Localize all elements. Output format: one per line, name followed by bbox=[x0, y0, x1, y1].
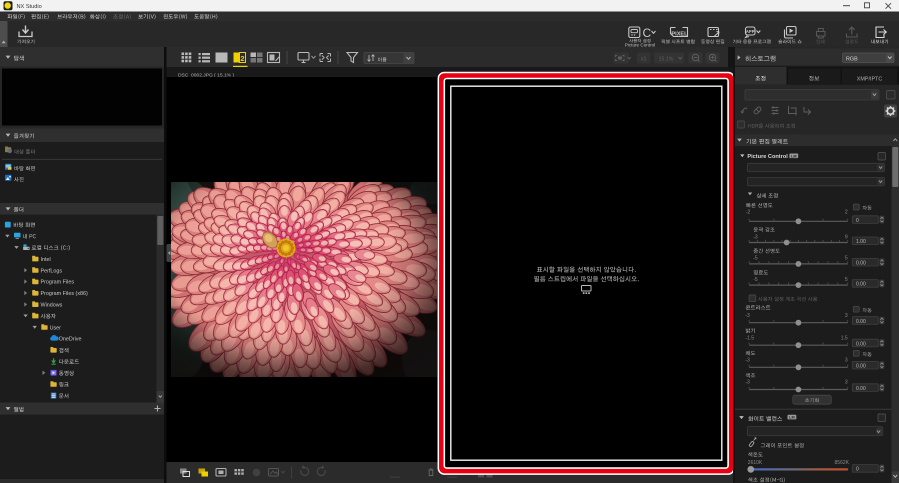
svg-text:User: User bbox=[50, 325, 62, 331]
svg-text:Program Files (x86): Program Files (x86) bbox=[41, 291, 89, 297]
svg-text:-5: -5 bbox=[753, 255, 758, 261]
svg-text:2: 2 bbox=[845, 209, 848, 215]
svg-text:-1.5: -1.5 bbox=[745, 336, 754, 342]
svg-text:1.00: 1.00 bbox=[856, 239, 866, 245]
svg-text:3: 3 bbox=[845, 380, 848, 386]
svg-text:-2: -2 bbox=[746, 209, 751, 215]
svg-text:0: 0 bbox=[856, 218, 859, 224]
svg-text:PIXEL: PIXEL bbox=[671, 31, 688, 37]
svg-text:-3: -3 bbox=[745, 313, 750, 319]
svg-text:-5: -5 bbox=[753, 277, 758, 283]
svg-text:2: 2 bbox=[240, 54, 244, 63]
svg-text:RGB: RGB bbox=[846, 56, 858, 62]
svg-text:PerfLogs: PerfLogs bbox=[41, 268, 63, 274]
svg-text:3: 3 bbox=[845, 313, 848, 319]
svg-text:-3: -3 bbox=[745, 380, 750, 386]
svg-text:15.1%: 15.1% bbox=[659, 57, 674, 63]
svg-text:8562K: 8562K bbox=[835, 460, 850, 466]
svg-text:LM: LM bbox=[791, 154, 796, 158]
svg-text:NX Studio: NX Studio bbox=[17, 4, 42, 10]
svg-text:2610K: 2610K bbox=[748, 460, 763, 466]
svg-text:Picture Control: Picture Control bbox=[625, 43, 655, 48]
svg-text:Windows: Windows bbox=[41, 303, 63, 309]
svg-text:0.00: 0.00 bbox=[856, 282, 866, 288]
svg-text:0.00: 0.00 bbox=[856, 261, 866, 267]
svg-text:Intel: Intel bbox=[41, 257, 51, 263]
svg-text:-3: -3 bbox=[753, 234, 758, 240]
svg-text:5: 5 bbox=[845, 277, 848, 283]
svg-text:C: C bbox=[643, 26, 652, 40]
svg-text:x1: x1 bbox=[641, 57, 647, 63]
svg-text:1.5: 1.5 bbox=[841, 336, 848, 342]
svg-text:APP: APP bbox=[746, 29, 755, 34]
svg-text:0: 0 bbox=[856, 467, 859, 473]
svg-text:Picture Control: Picture Control bbox=[747, 154, 788, 160]
svg-text:0.00: 0.00 bbox=[856, 341, 866, 347]
svg-text:9: 9 bbox=[845, 234, 848, 240]
svg-text:3: 3 bbox=[845, 357, 848, 363]
svg-text:5: 5 bbox=[845, 255, 848, 261]
svg-text:-3: -3 bbox=[745, 357, 750, 363]
svg-text:Program Files: Program Files bbox=[41, 280, 75, 286]
svg-text:LM: LM bbox=[789, 416, 794, 420]
svg-text:0.00: 0.00 bbox=[856, 364, 866, 370]
svg-text:XMP/IPTC: XMP/IPTC bbox=[857, 76, 883, 82]
svg-text:0.00: 0.00 bbox=[856, 319, 866, 325]
svg-text:OneDrive: OneDrive bbox=[59, 337, 82, 343]
svg-text:0.00: 0.00 bbox=[856, 386, 866, 392]
